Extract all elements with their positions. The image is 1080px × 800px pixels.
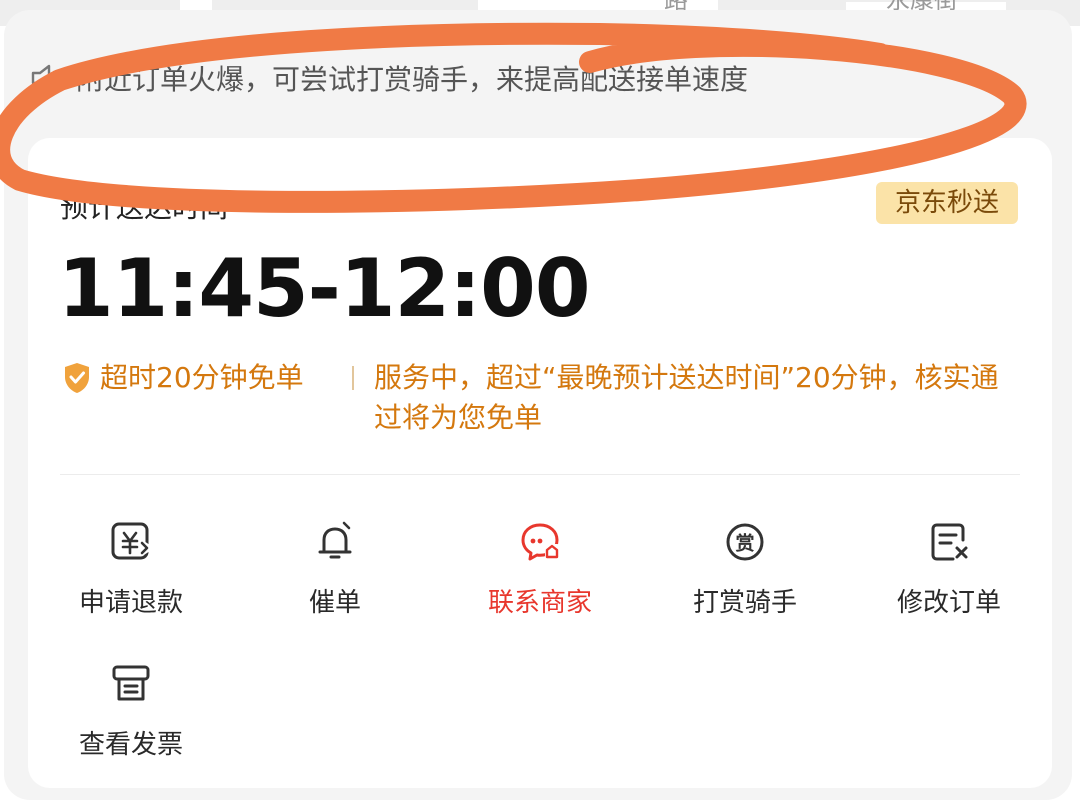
modify-order-label: 修改订单 <box>896 588 1001 618</box>
shield-icon <box>62 361 92 399</box>
guarantee-title[interactable]: 超时20分钟免单 <box>100 358 304 398</box>
service-badge: 京东秒送 <box>876 182 1018 224</box>
invoice-icon <box>109 662 153 706</box>
view-invoice-label: 查看发票 <box>78 730 183 760</box>
urge-order-button[interactable]: 催单 <box>250 520 420 630</box>
contact-merchant-label: 联系商家 <box>487 588 592 618</box>
chat-store-icon <box>518 520 562 564</box>
notice-text: 附近订单火爆，可尝试打赏骑手，来提高配送接单速度 <box>76 63 749 96</box>
reward-coin-icon: 赏 <box>723 520 767 564</box>
view-invoice-button[interactable]: 查看发票 <box>46 662 216 772</box>
eta-label: 预计送达时间 <box>60 191 229 224</box>
svg-text:赏: 赏 <box>735 532 754 555</box>
contact-merchant-button[interactable]: 联系商家 <box>455 520 625 630</box>
divider <box>60 474 1020 475</box>
guarantee-description: 服务中，超过“最晚预计送达时间”20分钟，核实通过将为您免单 <box>374 361 999 434</box>
refund-label: 申请退款 <box>78 588 183 618</box>
edit-order-icon <box>927 520 971 564</box>
urge-order-label: 催单 <box>308 588 361 618</box>
refund-button[interactable]: 申请退款 <box>46 520 216 630</box>
speaker-icon <box>30 63 64 93</box>
modify-order-button[interactable]: 修改订单 <box>864 520 1034 630</box>
separator <box>352 366 354 390</box>
eta-time: 11:45-12:00 <box>58 242 590 335</box>
notice-bar: 附近订单火爆，可尝试打赏骑手，来提高配送接单速度 <box>30 56 748 100</box>
reward-rider-button[interactable]: 赏 打赏骑手 <box>660 520 830 630</box>
refund-yuan-icon <box>109 520 153 564</box>
reward-rider-label: 打赏骑手 <box>692 588 797 618</box>
bell-icon <box>313 520 357 564</box>
